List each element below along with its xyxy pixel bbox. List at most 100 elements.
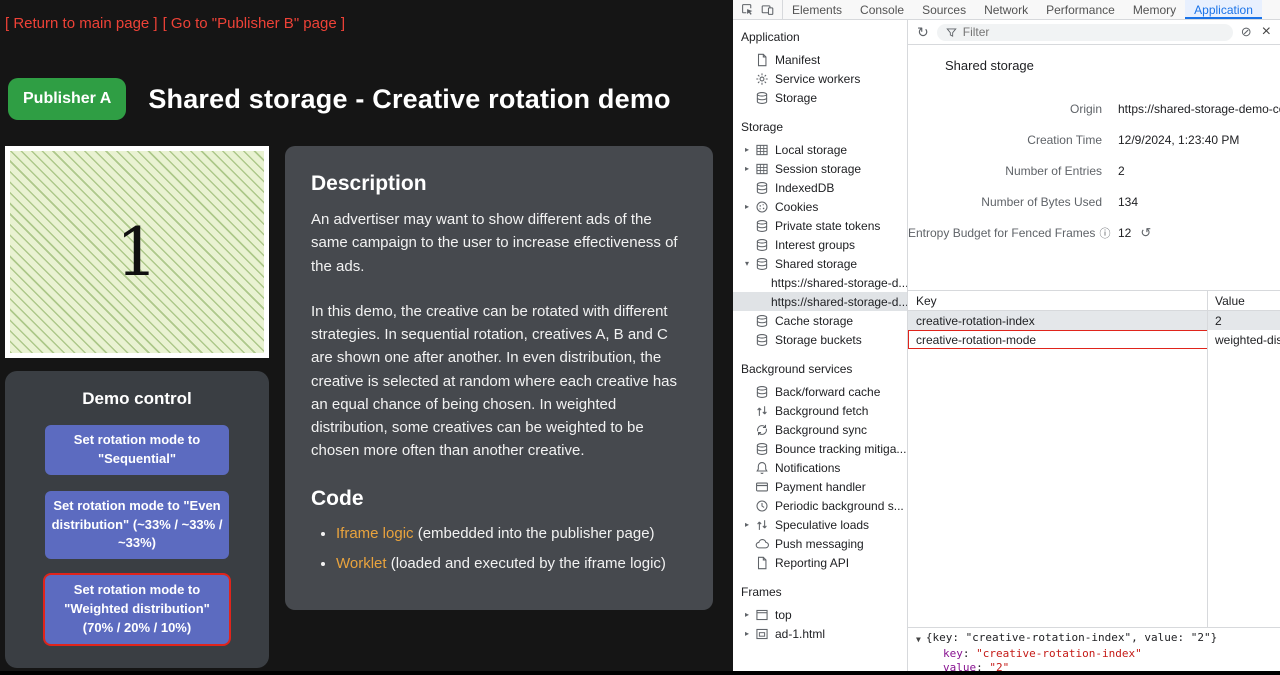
- tree-item[interactable]: Bounce tracking mitiga...: [733, 439, 907, 458]
- updown-icon: [755, 404, 769, 418]
- tree-item[interactable]: Background fetch: [733, 401, 907, 420]
- db-icon: [755, 385, 769, 399]
- db-icon: [755, 91, 769, 105]
- device-toolbar-icon[interactable]: [761, 3, 774, 16]
- filter-icon: [946, 27, 957, 38]
- tree-item[interactable]: ▸ ad-1.html: [733, 624, 907, 643]
- doc-icon: [755, 53, 769, 67]
- tree-item[interactable]: Private state tokens: [733, 216, 907, 235]
- tree-item[interactable]: https://shared-storage-d...: [733, 292, 907, 311]
- tree-item[interactable]: Background sync: [733, 420, 907, 439]
- clear-icon[interactable]: ⊘: [1241, 24, 1252, 40]
- description-panel: Description An advertiser may want to sh…: [285, 146, 713, 610]
- tree-item[interactable]: Push messaging: [733, 534, 907, 553]
- tree-item[interactable]: Cache storage: [733, 311, 907, 330]
- column-resize-handle[interactable]: [1207, 291, 1208, 627]
- tree-item[interactable]: Payment handler: [733, 477, 907, 496]
- ad-creative-iframe[interactable]: 1: [5, 146, 269, 358]
- nav-link[interactable]: [ Go to "Publisher B" page ]: [163, 15, 345, 32]
- rotation-mode-button[interactable]: Set rotation mode to "Weighted distribut…: [45, 575, 229, 644]
- reset-budget-icon[interactable]: ↺: [1140, 225, 1151, 241]
- inspect-element-icon[interactable]: [741, 3, 754, 16]
- db-icon: [755, 257, 769, 271]
- devtools-tab[interactable]: Performance: [1037, 0, 1124, 19]
- entry-preview-pane: ▼ {key: "creative-rotation-index", value…: [908, 627, 1280, 674]
- nav-link[interactable]: [ Return to main page ]: [5, 15, 158, 32]
- updown-icon: [755, 518, 769, 532]
- expander-icon: ▸: [745, 164, 755, 173]
- tree-item-label: https://shared-storage-d...: [771, 276, 907, 290]
- devtools-tab[interactable]: Application: [1185, 0, 1262, 19]
- metadata-row: Entropy Budget for Fenced Framesⓘ 12↺: [908, 217, 1280, 248]
- devtools-tab[interactable]: Network: [975, 0, 1037, 19]
- close-icon[interactable]: ×: [1262, 23, 1271, 41]
- collapse-caret-icon[interactable]: ▼: [916, 631, 921, 647]
- tree-item[interactable]: ▸ Local storage: [733, 140, 907, 159]
- tree-item[interactable]: https://shared-storage-d...: [733, 273, 907, 292]
- devtools-tab[interactable]: Sources: [913, 0, 975, 19]
- section-header: Frames: [733, 583, 907, 605]
- description-paragraph: In this demo, the creative can be rotate…: [311, 300, 687, 463]
- metadata-value: 12/9/2024, 1:23:40 PM: [1118, 133, 1239, 147]
- tree-item[interactable]: ▸ Session storage: [733, 159, 907, 178]
- info-icon[interactable]: ⓘ: [1099, 228, 1110, 240]
- expander-icon: ▸: [745, 145, 755, 154]
- key-column-header[interactable]: Key: [908, 294, 1208, 308]
- expander-icon: ▾: [745, 259, 755, 268]
- metadata-label: Number of Bytes Used: [981, 195, 1102, 209]
- tree-item-label: Cookies: [775, 200, 818, 214]
- metadata-row: Number of Entries 2: [908, 155, 1280, 186]
- code-list-item: Iframe logic (embedded into the publishe…: [336, 523, 687, 546]
- devtools-tab[interactable]: Memory: [1124, 0, 1185, 19]
- grid-icon: [755, 143, 769, 157]
- tree-item-label: Private state tokens: [775, 219, 880, 233]
- shared-storage-panel: ↻ ⊘ × Shared storage Origin: [908, 20, 1280, 674]
- tree-item-label: Interest groups: [775, 238, 855, 252]
- value-column-header[interactable]: Value: [1208, 294, 1280, 308]
- demo-buttons: Set rotation mode to "Sequential" Set ro…: [45, 425, 229, 644]
- tree-item-label: top: [775, 608, 792, 622]
- tree-item[interactable]: Storage buckets: [733, 330, 907, 349]
- page-header: Publisher A Shared storage - Creative ro…: [8, 78, 733, 120]
- tree-item[interactable]: Reporting API: [733, 553, 907, 572]
- expander-icon: ▸: [745, 629, 755, 638]
- grid-icon: [755, 162, 769, 176]
- code-link[interactable]: Worklet: [336, 555, 387, 572]
- metadata-value: 12: [1118, 226, 1131, 240]
- tree-item[interactable]: Manifest: [733, 50, 907, 69]
- doc-icon: [755, 556, 769, 570]
- code-link-suffix: (loaded and executed by the iframe logic…: [387, 555, 666, 572]
- screenshot-root: [ Return to main page ] [ Go to "Publishe…: [0, 0, 1280, 675]
- tree-item[interactable]: Notifications: [733, 458, 907, 477]
- tree-item[interactable]: Periodic background s...: [733, 496, 907, 515]
- tree-item-label: IndexedDB: [775, 181, 834, 195]
- description-heading: Description: [311, 172, 687, 196]
- tree-item[interactable]: Interest groups: [733, 235, 907, 254]
- refresh-icon[interactable]: ↻: [917, 24, 929, 41]
- table-row[interactable]: creative-rotation-mode weighted-dist: [908, 330, 1280, 349]
- rotation-mode-button[interactable]: Set rotation mode to "Even distribution"…: [45, 491, 229, 560]
- tree-item[interactable]: ▸ Cookies: [733, 197, 907, 216]
- tree-item[interactable]: ▾ Shared storage: [733, 254, 907, 273]
- tree-item[interactable]: Service workers: [733, 69, 907, 88]
- code-link-suffix: (embedded into the publisher page): [414, 525, 655, 542]
- table-row[interactable]: creative-rotation-index 2: [908, 311, 1280, 330]
- tree-item[interactable]: ▸ top: [733, 605, 907, 624]
- tree-item[interactable]: IndexedDB: [733, 178, 907, 197]
- devtools-tab[interactable]: Console: [851, 0, 913, 19]
- clock-icon: [755, 499, 769, 513]
- tree-item[interactable]: Back/forward cache: [733, 382, 907, 401]
- description-paragraphs: An advertiser may want to show different…: [311, 208, 687, 463]
- metadata-label: Origin: [1070, 102, 1102, 116]
- code-link[interactable]: Iframe logic: [336, 525, 414, 542]
- tree-item[interactable]: ▸ Speculative loads: [733, 515, 907, 534]
- sidebar-section-frames: Frames ▸ top ▸: [733, 583, 907, 643]
- tree-item[interactable]: Storage: [733, 88, 907, 107]
- rotation-mode-button[interactable]: Set rotation mode to "Sequential": [45, 425, 229, 475]
- tree-item-label: Payment handler: [775, 480, 866, 494]
- metadata-label: Number of Entries: [1005, 164, 1102, 178]
- tree-item-label: Manifest: [775, 53, 820, 67]
- cookie-icon: [755, 200, 769, 214]
- filter-input[interactable]: [963, 25, 1224, 39]
- devtools-tab[interactable]: Elements: [783, 0, 851, 19]
